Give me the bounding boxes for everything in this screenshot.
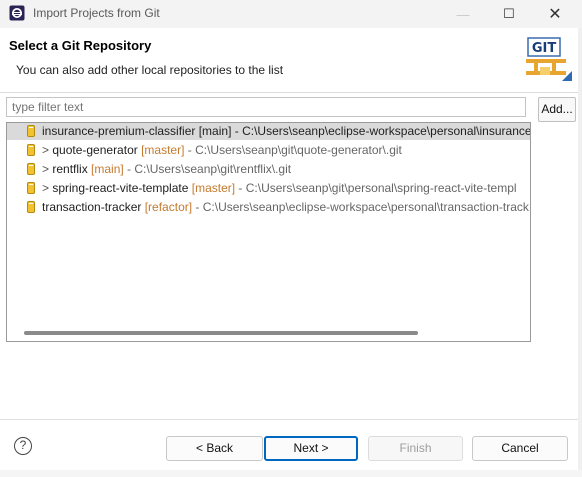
repository-name: quote-generator [52,143,138,157]
title-bar: Import Projects from Git — ☐ ✕ [0,0,582,28]
maximize-button[interactable]: ☐ [486,0,532,28]
repository-branch: [main] [198,124,232,138]
repository-icon [27,163,35,175]
repository-row[interactable]: > rentflix [main] - C:\Users\seanp\git\r… [7,161,530,178]
repository-branch: [master] [141,143,185,157]
git-logo-text: GIT [532,41,557,56]
repository-list[interactable]: insurance-premium-classifier [main] - C:… [6,122,531,342]
horizontal-scrollbar[interactable] [24,331,418,335]
minimize-button[interactable]: — [440,0,486,28]
finish-button[interactable]: Finish [368,436,463,461]
repository-icon [27,201,35,213]
repository-row[interactable]: insurance-premium-classifier [main] - C:… [7,123,531,140]
back-button[interactable]: < Back [166,436,263,461]
repository-branch: [master] [191,181,236,195]
background-strip [0,470,582,477]
git-wizard-icon: GIT [526,37,572,81]
repository-branch: [refactor] [144,200,193,214]
repository-name: rentflix [52,162,88,176]
filter-input[interactable] [6,97,526,117]
window-title: Import Projects from Git [33,6,160,20]
close-button[interactable]: ✕ [532,0,578,28]
repository-row[interactable]: transaction-tracker [refactor] - C:\User… [7,199,530,216]
page-title: Select a Git Repository [9,38,152,53]
cancel-button[interactable]: Cancel [472,436,568,461]
repository-name: transaction-tracker [42,200,142,214]
expand-chevron[interactable]: > [42,143,52,157]
footer-divider [0,419,582,420]
repository-path: - C:\Users\seanp\eclipse-workspace\perso… [192,200,529,214]
repository-icon [27,125,35,137]
add-repository-button[interactable]: Add... [538,97,576,122]
page-description: You can also add other local repositorie… [16,63,284,77]
wizard-header: Select a Git Repository You can also add… [0,28,582,93]
next-button[interactable]: Next > [264,436,358,461]
repository-row[interactable]: > spring-react-vite-template [master] - … [7,180,530,197]
help-icon[interactable]: ? [14,437,32,455]
repository-path: - C:\Users\seanp\git\quote-generator\.gi… [184,143,402,157]
eclipse-app-icon [9,5,25,21]
repository-name: insurance-premium-classifier [42,124,196,138]
repository-name: spring-react-vite-template [52,181,189,195]
expand-chevron[interactable]: > [42,162,52,176]
repository-icon [27,144,35,156]
repository-path: - C:\Users\seanp\git\rentflix\.git [123,162,292,176]
repository-path: - C:\Users\seanp\git\personal\spring-rea… [235,181,517,195]
window-edge [578,28,582,477]
repository-icon [27,182,35,194]
repository-branch: [main] [91,162,124,176]
repository-row[interactable]: > quote-generator [master] - C:\Users\se… [7,142,530,159]
repository-path: - C:\Users\seanp\eclipse-workspace\perso… [231,124,531,138]
expand-chevron[interactable]: > [42,181,52,195]
